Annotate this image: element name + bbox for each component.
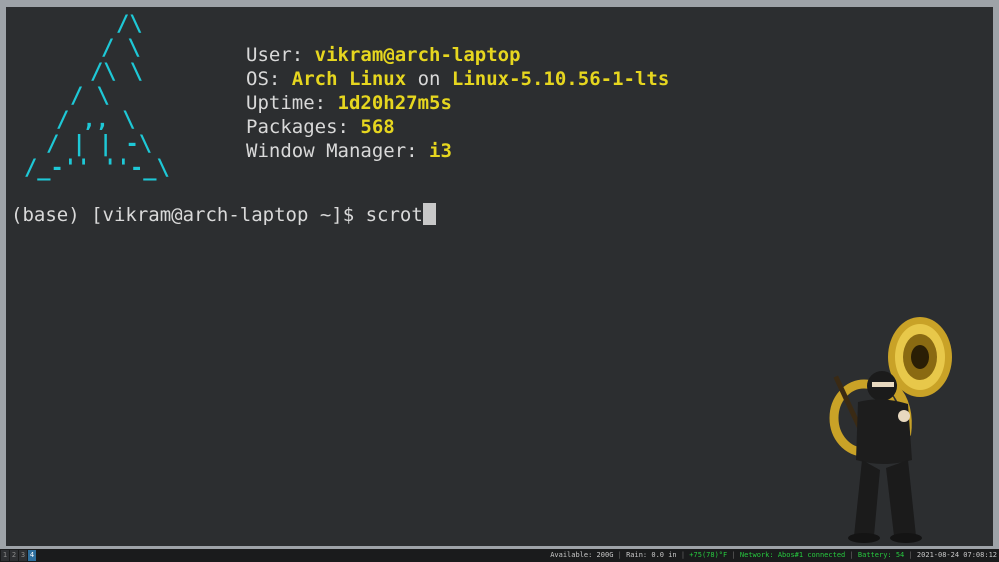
system-info: User: vikram@arch-laptop OS: Arch Linux o… (246, 43, 669, 163)
workspace-2-button[interactable]: 2 (10, 550, 18, 561)
info-packages-line: Packages: 568 (246, 115, 669, 139)
uptime-value: 1d20h27m5s (337, 92, 452, 114)
os-label: OS: (246, 68, 292, 90)
workspace-4-button[interactable]: 4 (28, 550, 36, 561)
packages-label: Packages: (246, 116, 361, 138)
svg-text:/\: /\ (116, 12, 143, 37)
svg-text:/\ \: /\ \ (90, 60, 143, 85)
text-cursor (422, 203, 436, 225)
workspace-1-button[interactable]: 1 (1, 550, 9, 561)
info-user-line: User: vikram@arch-laptop (246, 43, 669, 67)
ninja-tuba-icon (829, 317, 952, 543)
terminal-window[interactable]: /\ / \ /\ \ / \ / ,, \ / | | -\ /_-'' ''… (6, 7, 993, 546)
os-value: Arch Linux (291, 68, 407, 90)
svg-text:/ ,, \: / ,, \ (56, 108, 135, 133)
svg-text:/ \: / \ (70, 84, 110, 109)
svg-text:/_-'' ''-_\: /_-'' ''-_\ (24, 156, 170, 181)
workspace-list: 1 2 3 4 (1, 550, 36, 561)
disk-status: Available: 200G (550, 551, 614, 559)
user-value: vikram@arch-laptop (314, 44, 521, 66)
temperature-status: +75(78)°F (689, 551, 728, 559)
os-on: on (406, 68, 452, 90)
rain-status: Rain: 0.0 in (626, 551, 677, 559)
battery-status: Battery: 54 (857, 551, 905, 559)
datetime-status: 2021-08-24 07:08:12 (916, 551, 997, 559)
svg-text:/ \: / \ (101, 36, 141, 61)
wm-value: i3 (429, 140, 452, 162)
command-line[interactable]: (base) [vikram@arch-laptop ~]$ scrot (11, 203, 436, 227)
svg-text:/ | | -\: / | | -\ (46, 132, 152, 157)
workspace-3-button[interactable]: 3 (19, 550, 27, 561)
packages-value: 568 (360, 116, 395, 138)
info-uptime-line: Uptime: 1d20h27m5s (246, 91, 669, 115)
info-wm-line: Window Manager: i3 (246, 139, 669, 163)
user-label: User: (246, 44, 315, 66)
info-os-line: OS: Arch Linux on Linux-5.10.56-1-lts (246, 67, 669, 91)
wm-label: Window Manager: (246, 140, 430, 162)
uptime-label: Uptime: (246, 92, 338, 114)
arch-logo-icon: /\ / \ /\ \ / \ / ,, \ / | | -\ /_-'' ''… (24, 12, 170, 181)
network-status: Network: Abos#1 connected (739, 551, 846, 559)
kernel-value: Linux-5.10.56-1-lts (451, 68, 670, 90)
command-input[interactable]: scrot (366, 204, 423, 226)
shell-prompt: (base) [vikram@arch-laptop ~]$ (11, 204, 366, 226)
status-bar: 1 2 3 4 Available: 200G | Rain: 0.0 in |… (0, 549, 999, 562)
status-items: Available: 200G | Rain: 0.0 in | +75(78)… (550, 551, 997, 559)
